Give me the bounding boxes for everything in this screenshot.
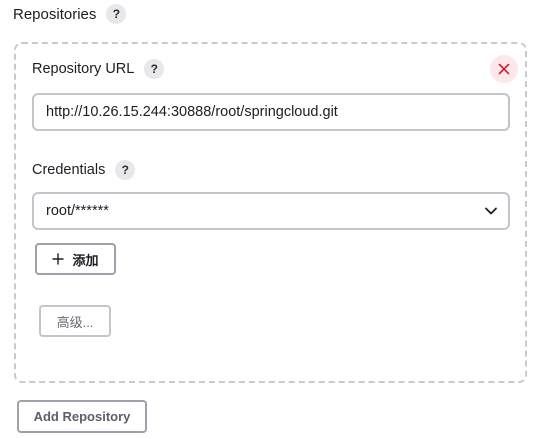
add-repository-label: Add Repository xyxy=(33,409,131,424)
repository-url-label-row: Repository URL ? xyxy=(32,59,165,79)
credentials-help-icon[interactable]: ? xyxy=(115,160,136,180)
credentials-label-row: Credentials ? xyxy=(32,160,136,180)
repository-url-label: Repository URL xyxy=(32,61,135,77)
credentials-selected-value: root/****** xyxy=(46,203,109,219)
credentials-label: Credentials xyxy=(32,162,106,178)
git-repositories-config: Repositories ? Repository URL ? Credenti… xyxy=(0,0,533,439)
add-repository-button[interactable]: Add Repository xyxy=(17,400,147,433)
advanced-label: 高级... xyxy=(56,314,94,330)
remove-repository-button[interactable] xyxy=(490,55,518,83)
repositories-header: Repositories ? xyxy=(13,4,127,24)
plus-icon xyxy=(52,253,65,265)
repositories-help-icon[interactable]: ? xyxy=(106,4,127,24)
add-credentials-label: 添加 xyxy=(72,252,99,268)
repository-url-input[interactable] xyxy=(32,93,510,131)
repositories-title: Repositories xyxy=(13,5,97,23)
advanced-button[interactable]: 高级... xyxy=(39,305,111,337)
credentials-select[interactable]: root/****** xyxy=(32,192,510,230)
close-icon xyxy=(498,63,510,75)
chevron-down-icon xyxy=(485,207,497,215)
repository-url-help-icon[interactable]: ? xyxy=(144,59,165,79)
repository-card: Repository URL ? Credentials ? root/****… xyxy=(14,42,527,383)
add-credentials-button[interactable]: 添加 xyxy=(35,243,116,275)
